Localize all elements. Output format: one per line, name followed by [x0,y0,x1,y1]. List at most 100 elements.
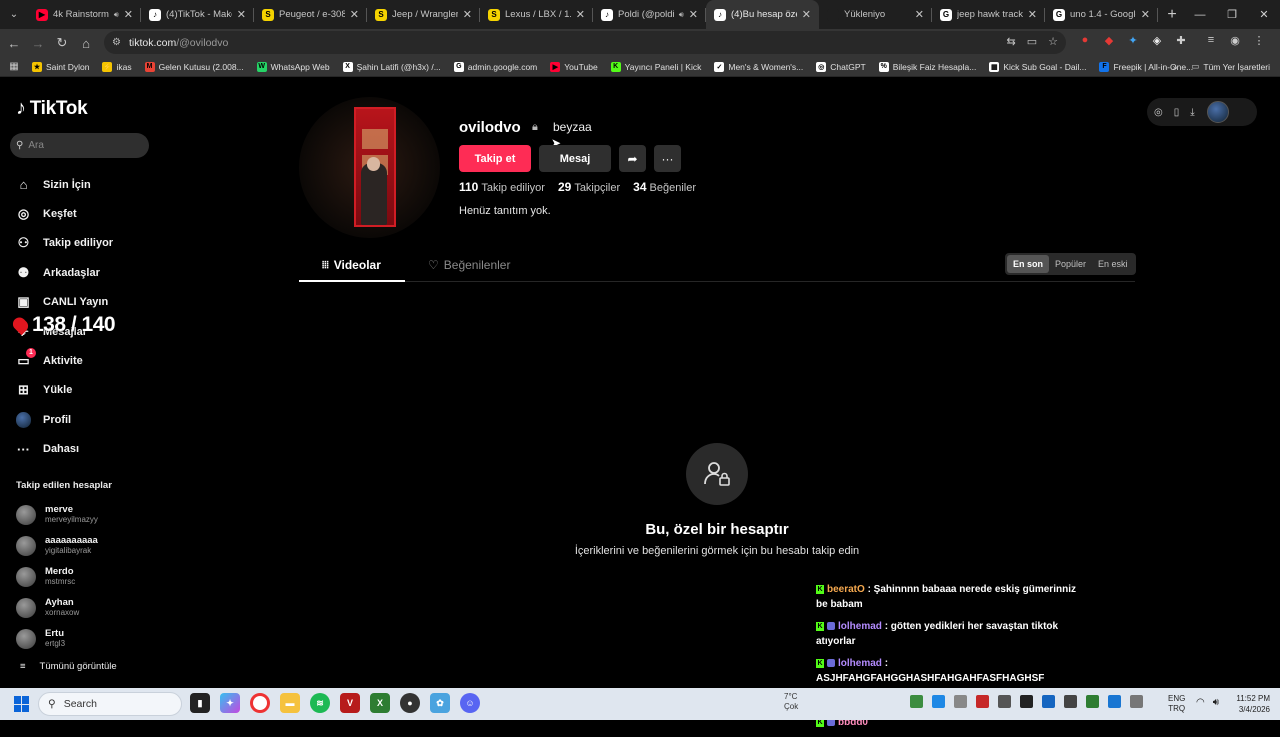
tray-steam-icon[interactable] [1042,695,1055,708]
tray-x-icon[interactable] [1064,695,1077,708]
bookmark-item[interactable]: M Gelen Kutusu (2.008... [144,61,244,72]
translate-icon[interactable]: ⇆ [1007,35,1016,48]
following-account-item[interactable]: Merdo mstmrsc [16,562,166,593]
profile-avatar-icon[interactable]: ◉ [1228,33,1242,47]
tab-close-icon[interactable]: ✕ [915,8,924,21]
following-count[interactable]: 110 Takip ediliyor [459,180,545,194]
browser-tab[interactable]: S Peugeot / e-308 / ✕ [254,0,367,29]
all-bookmarks-folder[interactable]: ▭ Tüm Yer İşaretleri [1191,61,1270,72]
tray-mic-icon[interactable] [1130,695,1143,708]
tab-audio-icon[interactable]: 🔊︎ [679,10,684,20]
tab-close-icon[interactable]: ✕ [576,8,585,21]
bookmark-star-icon[interactable]: ☆ [1048,35,1058,48]
tray-chrome-icon[interactable] [932,695,945,708]
message-button[interactable]: Mesaj [539,145,611,172]
reload-icon[interactable]: ↻ [50,31,74,55]
more-bookmarks-icon[interactable]: » [1173,62,1178,72]
site-info-icon[interactable]: ⚙ [112,37,121,48]
extensions-puzzle-icon[interactable]: ✚ [1174,33,1188,47]
sort-latest[interactable]: En son [1007,255,1050,273]
extension-blue-icon[interactable]: ✦ [1126,33,1140,47]
bookmark-item[interactable]: ▦ Kick Sub Goal - Dail... [989,61,1086,72]
tray-bluetooth-icon[interactable] [1108,695,1121,708]
cast-icon[interactable]: ▭ [1027,35,1037,48]
extension-diamond-icon[interactable]: ◈ [1150,33,1164,47]
following-account-item[interactable]: Ertu ertgl3 [16,623,166,654]
bookmark-item[interactable]: ✓ Men's & Women's... [714,61,803,72]
coins-icon[interactable]: ◎ [1154,107,1163,118]
tab-close-icon[interactable]: ✕ [1141,8,1150,21]
sidebar-item-following[interactable]: ⚇ Takip ediliyor [16,229,166,258]
follow-button[interactable]: Takip et [459,145,531,172]
sidebar-item-more[interactable]: ··· Dahası [16,435,166,464]
weather-widget[interactable]: 7°C Çok [784,692,798,712]
discord-icon[interactable]: ☺ [460,693,480,713]
browser-tab[interactable]: S Lexus / LBX / 1.5 H ✕ [480,0,593,29]
browser-tab[interactable]: Guno 1.4 - Google ✕ [1045,0,1158,29]
bookmark-item[interactable]: ★ Saint Dylon [32,61,89,72]
task-view-icon[interactable]: ▮ [190,693,210,713]
copilot-icon[interactable]: ✦ [220,693,240,713]
my-profile-avatar[interactable] [1206,101,1229,123]
tab-close-icon[interactable]: ✕ [124,8,133,21]
tray-red-icon[interactable] [976,695,989,708]
sort-popular[interactable]: Popüler [1049,255,1092,273]
followers-count[interactable]: 29 Takipçiler [558,180,620,194]
obs-icon[interactable]: ● [400,693,420,713]
tab-liked[interactable]: ♡ Beğenilenler [428,258,510,272]
tab-close-icon[interactable]: ✕ [689,8,698,21]
tab-audio-icon[interactable]: 🔊︎ [114,10,119,20]
start-button[interactable] [14,696,30,712]
chrome-icon[interactable] [250,693,270,713]
wifi-icon[interactable]: ◠ [1196,697,1205,708]
tab-close-icon[interactable]: ✕ [802,8,811,21]
browser-tab[interactable]: ♪ (4)Bu hesap özel. ✕ [706,0,819,29]
bookmark-item[interactable]: ▶ YouTube [550,61,598,72]
sidebar-item-profile[interactable]: Profil [16,405,166,434]
volume-icon[interactable]: 🔊︎ [1213,697,1219,708]
sidebar-item-home[interactable]: ⌂ Sizin İçin [16,170,166,199]
see-all-link[interactable]: ≡ Tümünü görüntüle [20,661,117,672]
tiktok-logo[interactable]: ♪ TikTok [16,97,88,120]
home-icon[interactable]: ⌂ [74,31,98,55]
browser-tab[interactable]: Yükleniyo ✕ [819,0,932,29]
sidebar-item-compass[interactable]: ◎ Keşfet [16,199,166,228]
tab-close-icon[interactable]: ✕ [350,8,359,21]
bookmark-item[interactable]: ⚡ ikas [102,61,132,72]
tab-close-icon[interactable]: ✕ [237,8,246,21]
browser-tab[interactable]: S Jeep / Wrangler / ✕ [367,0,480,29]
bookmark-item[interactable]: ◎ ChatGPT [816,61,866,72]
language-indicator[interactable]: ENG TRQ [1168,694,1185,714]
share-icon[interactable]: ➦ [619,145,646,172]
tray-nvidia-icon[interactable] [1086,695,1099,708]
tray-app-icon[interactable] [910,695,923,708]
bookmark-item[interactable]: X Şahin Latifi (@h3x) /... [342,61,441,72]
forward-icon[interactable]: → [26,31,50,55]
sidebar-item-friends[interactable]: ⚉ Arkadaşlar [16,258,166,287]
clock[interactable]: 11:52 PM 3/4/2026 [1228,693,1270,715]
address-bar[interactable]: ⚙ tiktok.com/@ovilodvo ⇆ ▭ ☆ [104,31,1066,54]
new-tab-button[interactable]: + [1158,6,1186,24]
more-options-icon[interactable]: ··· [654,145,681,172]
browser-tab[interactable]: ♪ Poldi (@poldi 🔊︎ ✕ [593,0,706,29]
tab-close-icon[interactable]: ✕ [1028,8,1037,21]
file-explorer-icon[interactable]: ▬ [280,693,300,713]
voicemod-icon[interactable]: V [340,693,360,713]
spotify-icon[interactable]: ≋ [310,693,330,713]
browser-menu-icon[interactable]: ⋮ [1252,33,1266,47]
app-gear-icon[interactable]: ✿ [430,693,450,713]
extension-red-icon[interactable]: ● [1078,33,1092,47]
following-account-item[interactable]: merve merveyilmazyy [16,500,166,531]
browser-tab[interactable]: ♪ (4)TikTok - Make Y ✕ [141,0,254,29]
tab-close-icon[interactable]: ✕ [463,8,472,21]
reading-list-icon[interactable]: ≡ [1204,33,1218,47]
browser-tab[interactable]: ▶ 4k Rainstorm V 🔊︎ ✕ [28,0,141,29]
following-account-item[interactable]: aaaaaaaaaa yigitalibayrak [16,531,166,562]
download-icon[interactable]: ⤓ [1190,107,1194,118]
restore-icon[interactable]: ❐ [1216,0,1248,29]
taskbar-search[interactable]: ⚲ Search [38,692,182,716]
apps-grid-icon[interactable]: ▦ [0,61,28,72]
following-account-item[interactable]: Ayhan xornaxow [16,592,166,623]
excel-icon[interactable]: X [370,693,390,713]
tray-generic-icon[interactable] [954,695,967,708]
